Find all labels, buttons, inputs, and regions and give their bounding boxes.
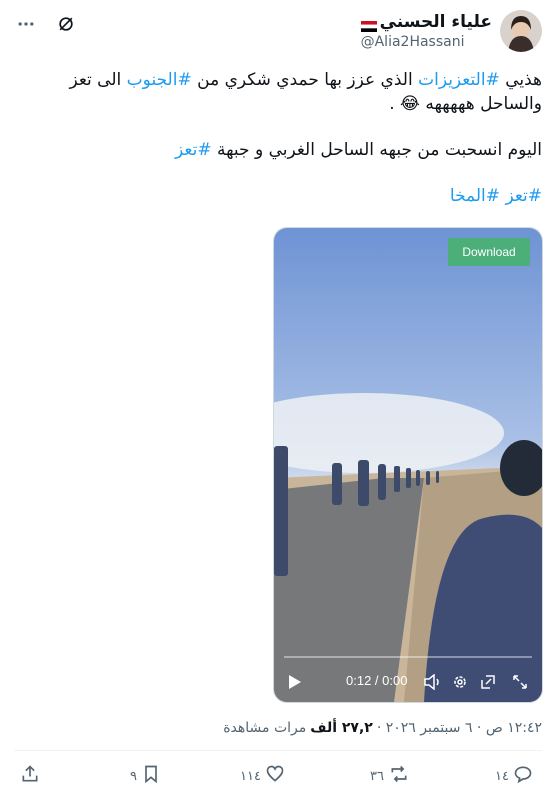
more-options-icon[interactable]: [14, 12, 38, 36]
views-label: مرات مشاهدة: [223, 720, 307, 736]
bookmark-icon: [141, 764, 161, 788]
play-icon[interactable]: [288, 674, 302, 690]
display-name: علياء الحسني: [360, 12, 492, 32]
heart-icon: [265, 764, 285, 788]
like-count: ١١٤: [240, 768, 261, 784]
reply-count: ١٤: [495, 768, 509, 784]
author-name[interactable]: علياء الحسني: [380, 12, 492, 32]
video-controls: 0:12 / 0:00: [274, 650, 542, 702]
hashtag-link[interactable]: #تعز: [175, 140, 212, 160]
retweet-icon: [388, 764, 410, 788]
retweet-count: ٣٦: [370, 768, 384, 784]
tweet-meta: ١٢:٤٢ ص · ٦ سبتمبر ٢٠٢٦ · ٢٧,٢ ألف مرات …: [223, 720, 542, 736]
text-segment: اليوم انسحبت من جبهه الساحل الغربي و جبه…: [211, 140, 542, 160]
hashtag-link[interactable]: #التعزيزات: [418, 70, 500, 90]
text-segment: هذيي: [499, 70, 542, 90]
picture-in-picture-icon[interactable]: [480, 674, 496, 690]
yemen-flag-icon: [360, 17, 377, 32]
video-player[interactable]: Download 0:12 / 0:00: [273, 227, 543, 703]
like-button[interactable]: ١١٤: [240, 764, 285, 788]
tweet-line-2: والساحل هههههه 😂 .: [389, 94, 542, 114]
grok-icon[interactable]: [54, 12, 78, 36]
fullscreen-icon[interactable]: [512, 674, 528, 690]
tweet-header-actions: [14, 12, 78, 36]
bookmark-button[interactable]: ٩: [130, 764, 161, 788]
divider: [14, 750, 542, 751]
video-time: 0:12 / 0:00: [346, 673, 408, 688]
text-segment: الى تعز: [69, 70, 127, 90]
reply-icon: [513, 764, 533, 788]
hashtag-link[interactable]: #المخا: [450, 186, 500, 206]
tweet-actions: ٩ ١١٤ ٣٦ ١٤: [0, 764, 556, 796]
text-segment: الذي عزز بها حمدي شكري من: [191, 70, 419, 90]
tweet-timestamp[interactable]: ١٢:٤٢ ص · ٦ سبتمبر ٢٠٢٦ ·: [377, 720, 542, 736]
tweet-text: هذيي #التعزيزات الذي عزز بها حمدي شكري م…: [14, 68, 542, 208]
avatar[interactable]: [500, 10, 542, 52]
share-icon: [20, 764, 40, 788]
video-frame: [274, 228, 542, 702]
tweet-line-3: اليوم انسحبت من جبهه الساحل الغربي و جبه…: [14, 138, 542, 162]
hashtag-link[interactable]: #الجنوب: [127, 70, 192, 90]
retweet-button[interactable]: ٣٦: [370, 764, 410, 788]
author-handle[interactable]: @Alia2Hassani: [361, 34, 465, 50]
views-count: ٢٧,٢ ألف: [310, 720, 373, 736]
share-button[interactable]: [20, 764, 40, 788]
tweet-line-4: #تعز #المخا: [14, 184, 542, 208]
bookmark-count: ٩: [130, 768, 137, 784]
tweet-line-1: هذيي #التعزيزات الذي عزز بها حمدي شكري م…: [14, 68, 542, 92]
tweet-author[interactable]: علياء الحسني @Alia2Hassani: [360, 10, 542, 52]
settings-icon[interactable]: [452, 674, 468, 690]
volume-icon[interactable]: [424, 674, 442, 690]
reply-button[interactable]: ١٤: [495, 764, 533, 788]
video-progress-bar[interactable]: [284, 656, 532, 658]
download-button[interactable]: Download: [448, 238, 530, 266]
hashtag-link[interactable]: #تعز: [505, 186, 542, 206]
